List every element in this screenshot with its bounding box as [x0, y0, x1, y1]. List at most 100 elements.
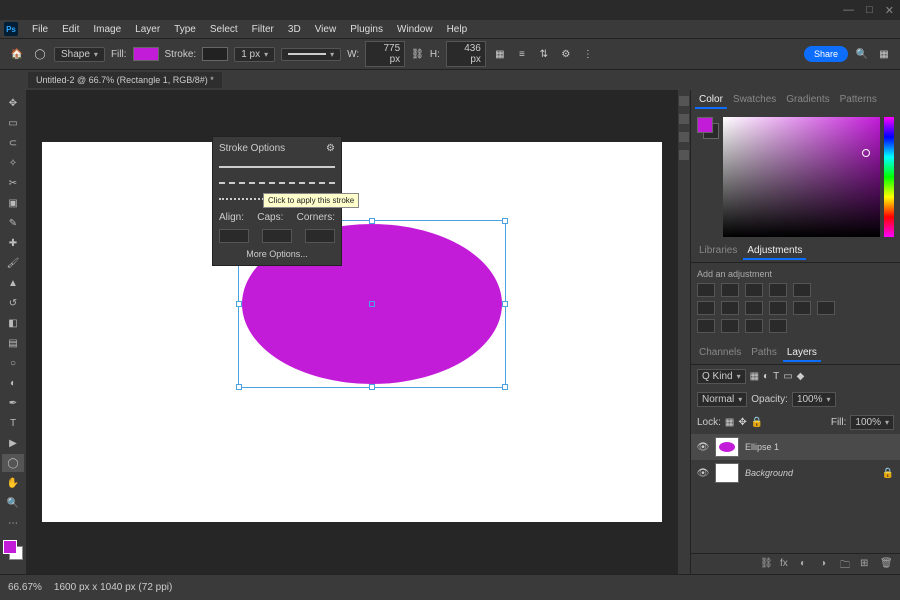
popup-gear-icon[interactable]: ⚙ — [326, 143, 335, 154]
eraser-tool-icon[interactable]: ◧ — [2, 314, 24, 332]
tool-preset-icon[interactable]: ◯ — [32, 46, 48, 62]
tab-swatches[interactable]: Swatches — [729, 92, 780, 109]
more-options-button[interactable]: More Options... — [219, 249, 335, 259]
home-icon[interactable]: 🏠 — [8, 45, 26, 63]
corners-select[interactable] — [305, 229, 335, 243]
path-select-tool-icon[interactable]: ▶ — [2, 434, 24, 452]
foreground-color[interactable] — [3, 540, 17, 554]
tab-patterns[interactable]: Patterns — [836, 92, 881, 109]
stroke-solid-option[interactable] — [219, 160, 335, 174]
lock-pos-icon[interactable]: ✥ — [738, 417, 746, 428]
layer-thumb[interactable] — [715, 437, 739, 457]
stroke-dashed-option[interactable] — [219, 176, 335, 190]
tab-layers[interactable]: Layers — [783, 345, 821, 362]
adj-channel-mixer-icon[interactable] — [769, 301, 787, 315]
resize-handle[interactable] — [502, 301, 508, 307]
stamp-tool-icon[interactable]: ▲ — [2, 274, 24, 292]
lock-all-icon[interactable]: 🔒 — [751, 417, 763, 428]
height-input[interactable]: 436 px — [446, 41, 486, 67]
minimize-button[interactable]: — — [843, 4, 854, 16]
new-group-icon[interactable]: 🗀 — [840, 558, 854, 570]
resize-handle[interactable] — [236, 301, 242, 307]
lock-pixel-icon[interactable]: ▦ — [725, 417, 734, 428]
ellipse-tool-icon[interactable]: ◯ — [2, 454, 24, 472]
adj-levels-icon[interactable] — [721, 283, 739, 297]
wand-tool-icon[interactable]: ✧ — [2, 154, 24, 172]
tab-channels[interactable]: Channels — [695, 345, 745, 362]
heal-tool-icon[interactable]: ✚ — [2, 234, 24, 252]
menu-view[interactable]: View — [309, 22, 343, 37]
filter-shape-icon[interactable]: ▭ — [783, 371, 792, 382]
foreground-background-swatch[interactable] — [3, 540, 23, 560]
tab-libraries[interactable]: Libraries — [695, 243, 741, 260]
adj-exposure-icon[interactable] — [769, 283, 787, 297]
caps-select[interactable] — [262, 229, 292, 243]
more-icon[interactable]: ⋮ — [580, 46, 596, 62]
adj-hue-icon[interactable] — [697, 301, 715, 315]
canvas-area[interactable]: Stroke Options ⚙ Click to apply this str… — [26, 90, 678, 574]
visibility-toggle-icon[interactable]: 👁 — [697, 441, 709, 453]
layer-name[interactable]: Background — [745, 468, 793, 478]
adj-threshold-icon[interactable] — [721, 319, 739, 333]
menu-filter[interactable]: Filter — [246, 22, 280, 37]
color-cursor-icon[interactable] — [862, 149, 870, 157]
arrange-icon[interactable]: ⇅ — [536, 46, 552, 62]
saturation-brightness-picker[interactable] — [723, 117, 880, 237]
visibility-toggle-icon[interactable]: 👁 — [697, 467, 709, 479]
filter-type-icon[interactable]: T — [773, 371, 779, 382]
layer-name[interactable]: Ellipse 1 — [745, 442, 779, 452]
menu-window[interactable]: Window — [391, 22, 439, 37]
adj-gradient-map-icon[interactable] — [745, 319, 763, 333]
link-layers-icon[interactable]: ⛓ — [760, 558, 774, 570]
adj-bw-icon[interactable] — [721, 301, 739, 315]
tab-adjustments[interactable]: Adjustments — [743, 243, 806, 260]
new-adjust-icon[interactable]: ◑ — [820, 558, 834, 570]
pen-tool-icon[interactable]: ✒ — [2, 394, 24, 412]
layer-fill-input[interactable]: 100%▾ — [850, 415, 894, 430]
path-ops-icon[interactable]: ▦ — [492, 46, 508, 62]
menu-layer[interactable]: Layer — [129, 22, 166, 37]
adj-lookup-icon[interactable] — [793, 301, 811, 315]
dock-icon[interactable] — [679, 96, 689, 106]
resize-handle[interactable] — [369, 384, 375, 390]
align-icon[interactable]: ≡ — [514, 46, 530, 62]
maximize-button[interactable]: □ — [866, 4, 873, 16]
filter-adjust-icon[interactable]: ◐ — [763, 371, 769, 382]
hue-slider[interactable] — [884, 117, 894, 237]
dock-icon[interactable] — [679, 132, 689, 142]
zoom-tool-icon[interactable]: 🔍 — [2, 494, 24, 512]
dodge-tool-icon[interactable]: ◐ — [2, 374, 24, 392]
filter-smart-icon[interactable]: ◆ — [797, 371, 805, 382]
layer-filter-select[interactable]: Q Kind▾ — [697, 369, 746, 384]
stroke-type-select[interactable]: ▾ — [281, 48, 341, 61]
fill-swatch[interactable] — [133, 47, 159, 61]
blur-tool-icon[interactable]: ○ — [2, 354, 24, 372]
crop-tool-icon[interactable]: ✂ — [2, 174, 24, 192]
layer-row[interactable]: 👁 Background 🔒 — [691, 460, 900, 486]
tab-gradients[interactable]: Gradients — [782, 92, 833, 109]
zoom-level[interactable]: 66.67% — [8, 582, 42, 593]
align-select[interactable] — [219, 229, 249, 243]
delete-layer-icon[interactable]: 🗑 — [880, 558, 894, 570]
opacity-input[interactable]: 100%▾ — [792, 392, 836, 407]
adj-selective-icon[interactable] — [769, 319, 787, 333]
lasso-tool-icon[interactable]: ⊂ — [2, 134, 24, 152]
resize-handle[interactable] — [502, 218, 508, 224]
layer-thumb[interactable] — [715, 463, 739, 483]
menu-type[interactable]: Type — [168, 22, 202, 37]
adj-photo-filter-icon[interactable] — [745, 301, 763, 315]
dock-icon[interactable] — [679, 114, 689, 124]
color-fg-bg-swatch[interactable] — [697, 117, 719, 139]
close-button[interactable]: ✕ — [885, 4, 894, 17]
menu-image[interactable]: Image — [87, 22, 127, 37]
shape-mode-select[interactable]: Shape▾ — [54, 47, 105, 62]
adj-invert-icon[interactable] — [817, 301, 835, 315]
menu-3d[interactable]: 3D — [282, 22, 307, 37]
marquee-tool-icon[interactable]: ▭ — [2, 114, 24, 132]
stroke-width-input[interactable]: 1 px▾ — [234, 47, 275, 62]
resize-handle[interactable] — [502, 384, 508, 390]
share-button[interactable]: Share — [804, 46, 848, 62]
adj-vibrance-icon[interactable] — [793, 283, 811, 297]
layer-fx-icon[interactable]: fx — [780, 558, 794, 570]
menu-help[interactable]: Help — [441, 22, 474, 37]
